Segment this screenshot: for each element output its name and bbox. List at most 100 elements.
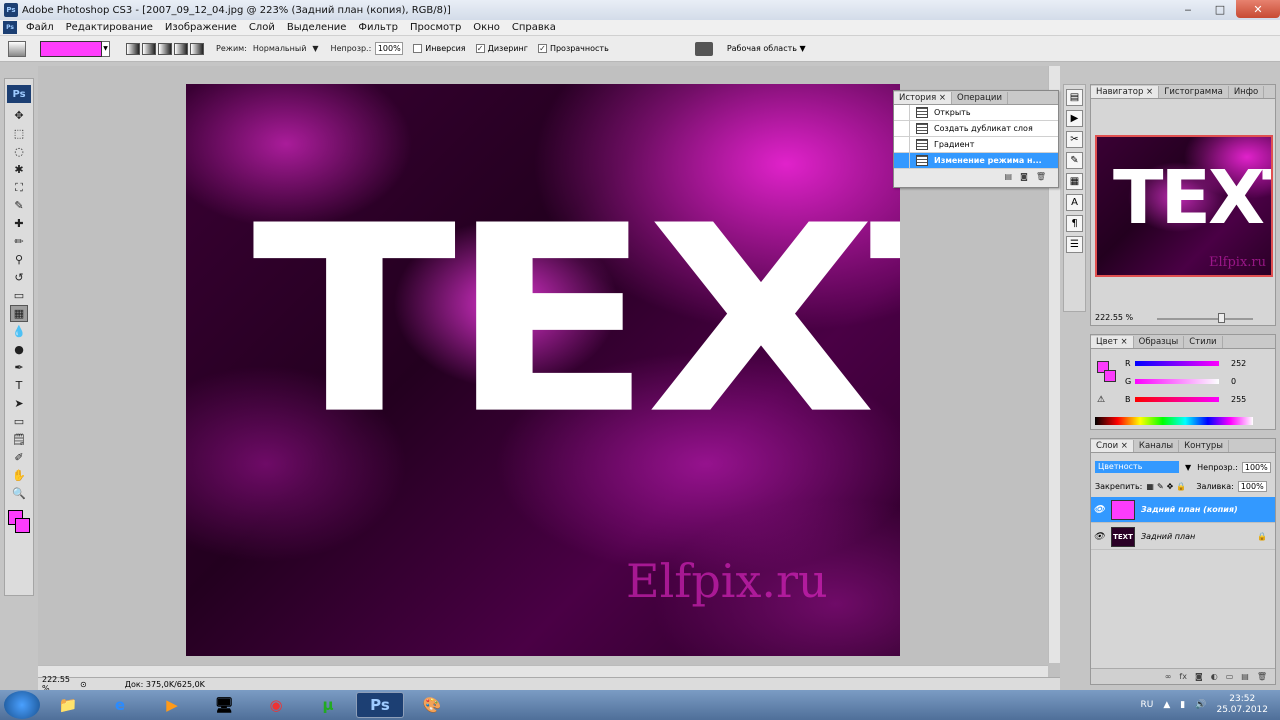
gradient-dropdown-icon[interactable]: ▼	[102, 40, 110, 57]
brush-icon[interactable]: ✏	[10, 233, 28, 250]
fill-input[interactable]: 100%	[1237, 481, 1267, 492]
menu-edit[interactable]: Редактирование	[60, 22, 159, 33]
blue-slider-row[interactable]: B 255	[1125, 395, 1251, 404]
dodge-icon[interactable]: ●	[10, 341, 28, 358]
eyedropper-icon[interactable]: ✎	[10, 197, 28, 214]
navigator-zoom-handle[interactable]	[1218, 313, 1225, 323]
color-spectrum[interactable]	[1095, 417, 1253, 425]
dither-check[interactable]: ✓	[475, 44, 485, 53]
green-slider-row[interactable]: G 0	[1125, 377, 1251, 386]
pen-icon[interactable]: ✒	[10, 359, 28, 376]
lasso-icon[interactable]: ◌	[10, 143, 28, 160]
navigator-zoom[interactable]: 222.55 %	[1095, 313, 1133, 322]
folder-icon[interactable]: 📁	[44, 692, 92, 718]
blend-mode-select[interactable]: Цветность	[1095, 461, 1179, 473]
menu-layer[interactable]: Слой	[243, 22, 281, 33]
lock-all-icon[interactable]: 🔒	[1176, 482, 1186, 491]
color-swatches[interactable]	[6, 510, 32, 534]
tool-presets-dock-icon[interactable]: ✂	[1066, 131, 1083, 148]
magic-wand-icon[interactable]: ✱	[10, 161, 28, 178]
radial-gradient-button[interactable]	[142, 42, 156, 55]
menu-view[interactable]: Просмотр	[404, 22, 467, 33]
eraser-icon[interactable]: ▭	[10, 287, 28, 304]
gamut-warning-icon[interactable]: ⚠	[1097, 395, 1105, 405]
history-item[interactable]: Создать дубликат слоя	[894, 120, 1058, 137]
history-dock-icon[interactable]: ▤	[1066, 89, 1083, 106]
tab-actions[interactable]: Операции	[952, 92, 1008, 104]
chrome-icon[interactable]: ◉	[252, 692, 300, 718]
blur-icon[interactable]: 💧	[10, 323, 28, 340]
notes-icon[interactable]: 🗒	[10, 431, 28, 448]
marquee-icon[interactable]: ⬚	[10, 125, 28, 142]
link-layers-icon[interactable]: ∞	[1165, 672, 1172, 681]
brushes-dock-icon[interactable]: ✎	[1066, 152, 1083, 169]
navigator-zoom-slider[interactable]	[1157, 318, 1253, 320]
maximize-button[interactable]: □	[1204, 0, 1236, 18]
transparency-checkbox[interactable]: ✓ Прозрачность	[537, 44, 609, 53]
angle-gradient-button[interactable]	[158, 42, 172, 55]
red-slider[interactable]	[1135, 361, 1219, 366]
new-layer-icon[interactable]: ▤	[1241, 672, 1249, 681]
gradient-picker[interactable]	[40, 40, 102, 57]
close-button[interactable]: ✕	[1236, 0, 1280, 18]
visibility-eye-icon[interactable]: 👁	[1091, 505, 1107, 515]
clone-stamp-icon[interactable]: ⚲	[10, 251, 28, 268]
language-indicator[interactable]: RU	[1141, 700, 1154, 710]
menu-window[interactable]: Окно	[467, 22, 506, 33]
trash-icon[interactable]: 🗑	[1036, 172, 1046, 181]
crop-icon[interactable]: ⛶	[10, 179, 28, 196]
menu-select[interactable]: Выделение	[281, 22, 353, 33]
utorrent-icon[interactable]: µ	[304, 692, 352, 718]
ie-icon[interactable]: e	[96, 692, 144, 718]
zoom-icon[interactable]: 🔍	[10, 485, 28, 502]
tab-styles[interactable]: Стили	[1184, 336, 1223, 348]
tray-arrow-icon[interactable]: ▲	[1163, 700, 1170, 710]
blend-dropdown-icon[interactable]: ▼	[1185, 463, 1191, 472]
new-group-icon[interactable]: ▭	[1226, 672, 1234, 681]
layer-comps-dock-icon[interactable]: ☰	[1066, 236, 1083, 253]
shape-icon[interactable]: ▭	[10, 413, 28, 430]
menu-file[interactable]: Файл	[20, 22, 60, 33]
snapshot-icon[interactable]: ◙	[1020, 172, 1028, 181]
menu-help[interactable]: Справка	[506, 22, 562, 33]
tab-layers[interactable]: Слои ×	[1091, 440, 1134, 452]
layer-row-selected[interactable]: 👁 Задний план (копия)	[1091, 497, 1275, 523]
minimize-button[interactable]: ‒	[1172, 0, 1204, 18]
tab-navigator[interactable]: Навигатор ×	[1091, 86, 1160, 98]
paragraph-dock-icon[interactable]: ¶	[1066, 215, 1083, 232]
workspace-menu[interactable]: Рабочая область ▼	[727, 44, 806, 53]
new-document-icon[interactable]: ▤	[1005, 172, 1013, 181]
reflected-gradient-button[interactable]	[174, 42, 188, 55]
history-item[interactable]: Градиент	[894, 136, 1058, 153]
history-brush-icon[interactable]: ↺	[10, 269, 28, 286]
history-item-selected[interactable]: Изменение режима н...	[894, 152, 1058, 169]
tab-info[interactable]: Инфо	[1229, 86, 1265, 98]
invert-check[interactable]	[413, 44, 423, 53]
status-arrow-icon[interactable]: ⊙	[80, 680, 87, 689]
diamond-gradient-button[interactable]	[190, 42, 204, 55]
type-icon[interactable]: T	[10, 377, 28, 394]
background-color[interactable]	[15, 518, 30, 533]
gradient-icon[interactable]: ▦	[10, 305, 28, 322]
hand-icon[interactable]: ✋	[10, 467, 28, 484]
blue-value[interactable]: 255	[1231, 395, 1251, 404]
dither-checkbox[interactable]: ✓ Дизеринг	[475, 44, 528, 53]
clock[interactable]: 23:52 25.07.2012	[1216, 694, 1268, 716]
lock-transparency-icon[interactable]: ▦	[1146, 482, 1154, 491]
healing-brush-icon[interactable]: ✚	[10, 215, 28, 232]
horizontal-scrollbar[interactable]	[38, 665, 1048, 677]
lock-pixels-icon[interactable]: ✎	[1157, 482, 1164, 491]
eyedropper2-icon[interactable]: ✐	[10, 449, 28, 466]
layer-style-icon[interactable]: fx	[1179, 672, 1187, 681]
computer-icon[interactable]: 🖥	[200, 692, 248, 718]
invert-checkbox[interactable]: Инверсия	[413, 44, 466, 53]
paint-icon[interactable]: 🎨	[408, 692, 456, 718]
mode-select[interactable]: Нормальный	[253, 44, 307, 53]
tab-histogram[interactable]: Гистограмма	[1159, 86, 1229, 98]
red-slider-row[interactable]: R 252	[1125, 359, 1251, 368]
visibility-eye-icon[interactable]: 👁	[1091, 532, 1107, 542]
lock-position-icon[interactable]: ✥	[1167, 482, 1174, 491]
layer-opacity-input[interactable]: 100%	[1241, 461, 1271, 473]
tab-swatches[interactable]: Образцы	[1134, 336, 1185, 348]
red-value[interactable]: 252	[1231, 359, 1251, 368]
